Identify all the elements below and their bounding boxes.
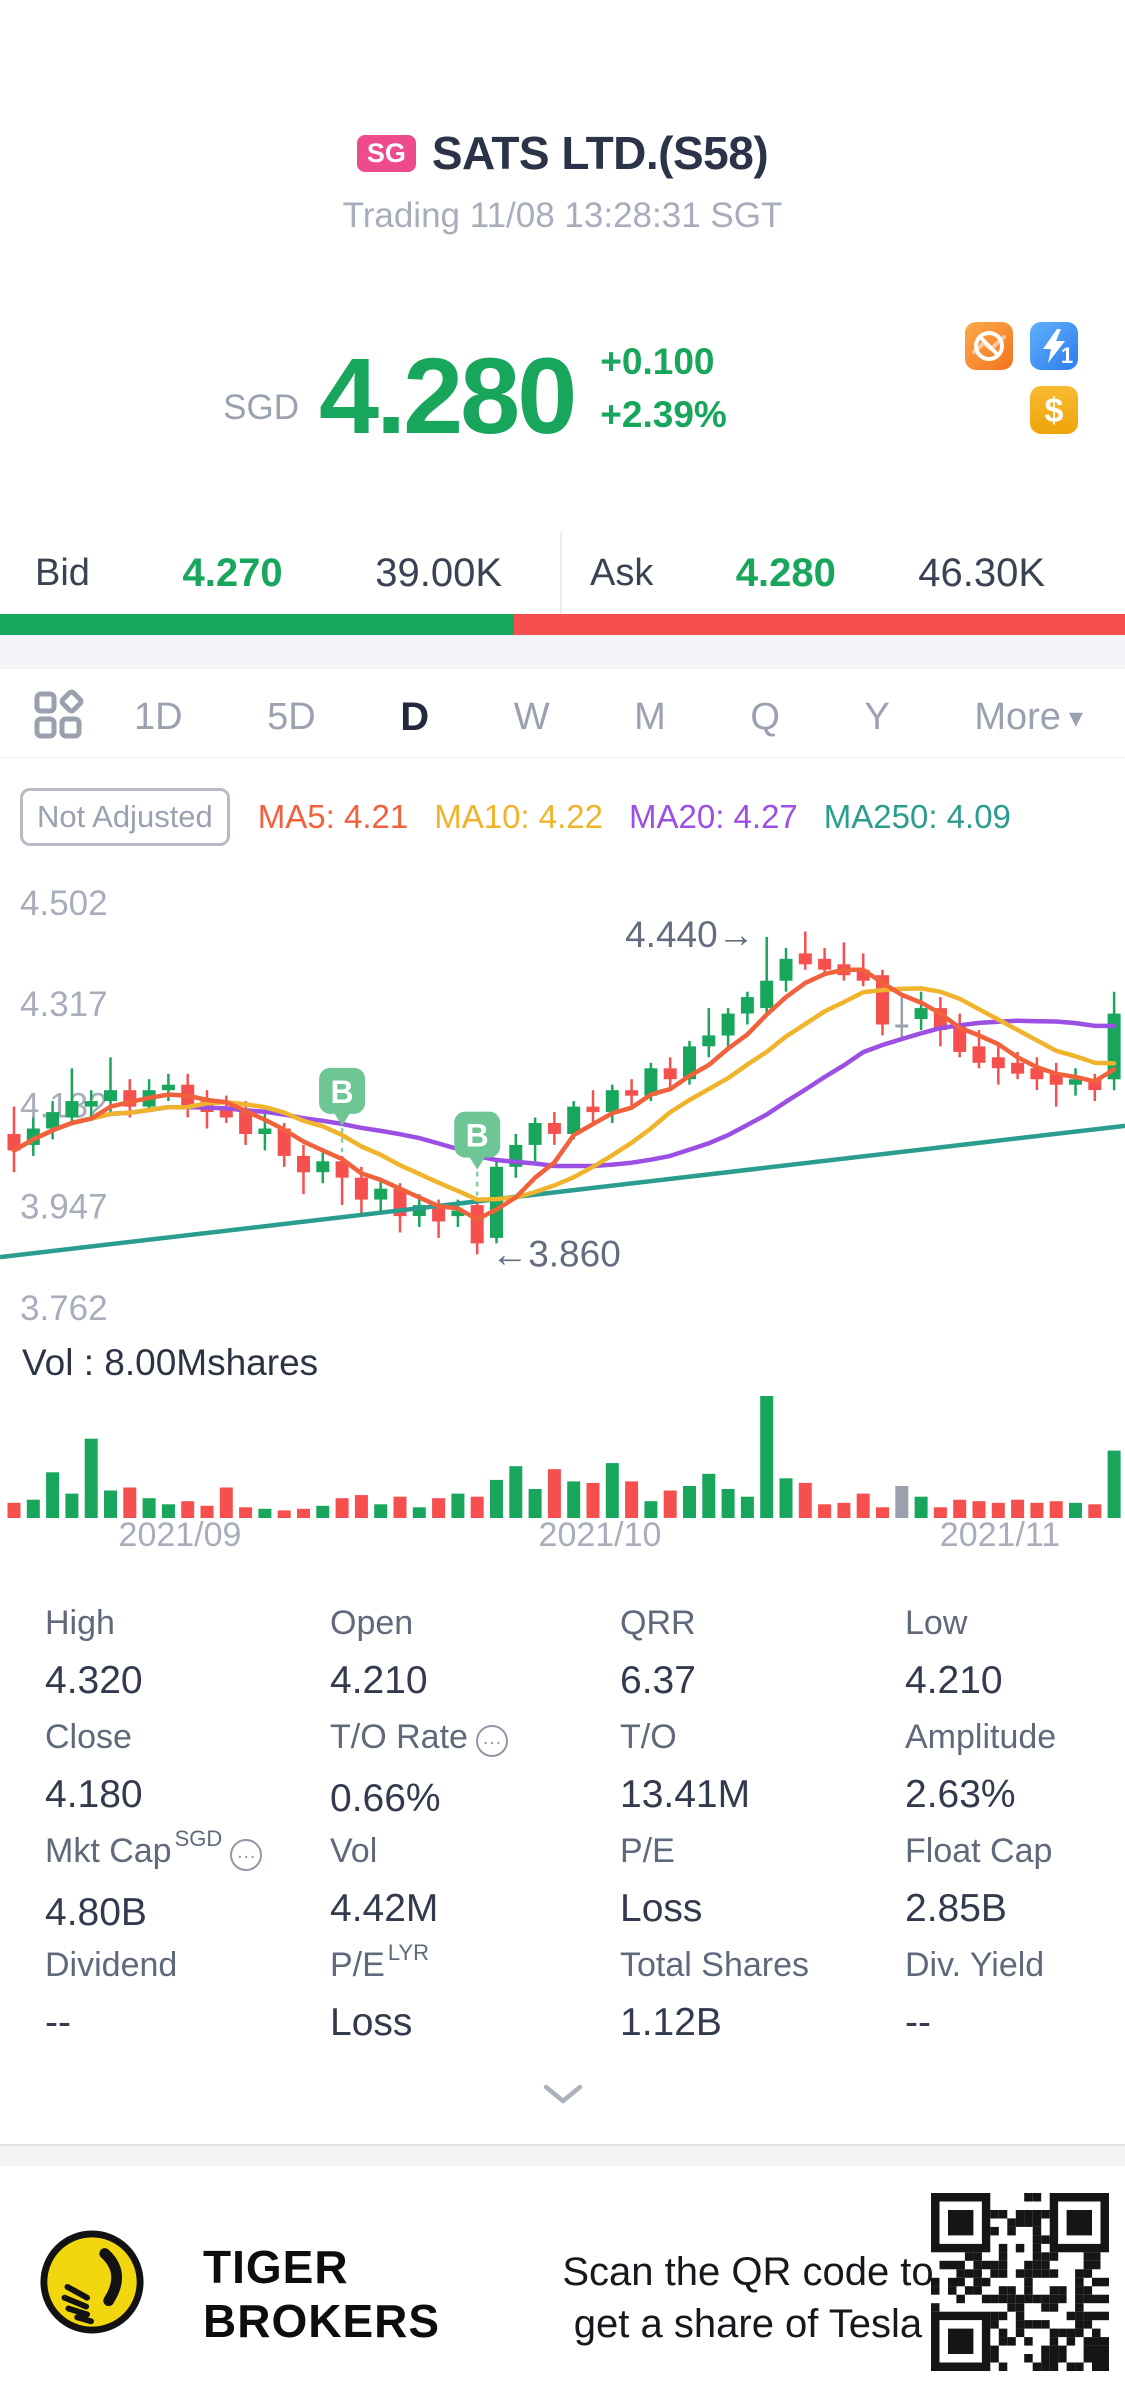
dollar-icon[interactable]: $ [1030,386,1078,434]
price-section: SGD 4.280 +0.100 +2.39% [0,300,950,460]
level-1-quote-icon[interactable]: 1 [1030,322,1078,370]
bid-ask-ratio-bar [0,614,1125,635]
stat-open: Open 4.210 [330,1604,428,1702]
stats-grid: High 4.320 Open 4.210 QRR 6.37 Low 4.210 Close 4.… [45,1604,1085,2060]
bid-ask-row: Bid 4.270 39.00K Ask 4.280 46.30K [0,532,1125,614]
stat-p-e: P/E Loss [620,1832,703,1930]
svg-text:←3.860: ←3.860 [491,1233,621,1274]
chart-layout-grid-icon[interactable] [30,687,86,748]
header: SG SATS LTD.(S58) Trading 11/08 13:28:31… [0,126,1125,236]
tab-m[interactable]: M [634,696,666,739]
expand-chevron[interactable] [541,2082,585,2111]
stock-title: SATS LTD.(S58) [431,127,769,179]
brand-line2: BROKERS [203,2295,441,2348]
x-label: 2021/11 [939,1516,1061,1554]
stat-dividend: Dividend -- [45,1946,178,2044]
info-icon[interactable]: … [475,1725,508,1757]
ask-size: 46.30K [918,550,1045,595]
qr-code [931,2193,1109,2371]
period-tabs: 1D 5D D W M Q Y More ▾ [0,678,1125,758]
svg-text:3.947: 3.947 [20,1188,108,1227]
feature-badges: 1 $ [965,322,1080,442]
stat-float-cap: Float Cap 2.85B [905,1832,1053,1930]
stat-high: High 4.320 [45,1604,143,1702]
x-label: 2021/10 [538,1516,662,1554]
no-short-sell-icon[interactable] [965,322,1013,370]
tab-1d[interactable]: 1D [134,696,183,739]
trading-status: Trading 11/08 13:28:31 SGT [342,196,783,235]
brand-line1: TIGER [203,2241,349,2293]
promo-line1: Scan the QR code to [562,2250,934,2294]
stat-p-e: P/E LYR Loss [330,1940,429,2044]
chevron-down-icon: ▾ [1068,702,1083,733]
tab-y[interactable]: Y [864,696,889,739]
exchange-badge: SG [356,134,416,172]
tab-q[interactable]: Q [750,696,780,739]
footer-spacer [0,2146,1125,2166]
stat-div-yield: Div. Yield -- [905,1946,1045,2044]
svg-text:1: 1 [1061,343,1073,368]
stat-low: Low 4.210 [905,1604,1003,1702]
bid-cell[interactable]: Bid 4.270 39.00K [0,532,562,614]
ma-item-ma20: MA20: 4.27 [629,798,798,835]
bid-ask-section: Bid 4.270 39.00K Ask 4.280 46.30K [0,532,1125,669]
bid-size: 39.00K [375,550,502,595]
price-cluster: SGD 4.280 +0.100 +2.39% [0,300,950,450]
volume-label: Vol : 8.00Mshares [22,1342,319,1383]
tab-more[interactable]: More ▾ [974,696,1083,739]
section-spacer [0,635,1125,669]
stat-vol: Vol 4.42M [330,1832,439,1930]
stat-mkt-cap: Mkt Cap SGD… 4.80B [45,1826,330,1946]
stat-amplitude: Amplitude 2.63% [905,1718,1057,1816]
svg-text:4.502: 4.502 [20,884,108,923]
currency-label: SGD [223,388,300,427]
tab-d[interactable]: D [400,695,429,740]
ask-label: Ask [590,551,654,594]
ma-item-ma250: MA250: 4.09 [823,798,1011,835]
stat-close: Close 4.180 [45,1718,143,1816]
stat-total-shares: Total Shares 1.12B [620,1946,809,2044]
tiger-brokers-logo [38,2228,146,2341]
tab-w[interactable]: W [514,696,550,739]
volume-chart[interactable] [0,1388,1125,1518]
svg-text:B: B [331,1074,354,1110]
svg-text:3.762: 3.762 [20,1289,108,1328]
tab-items: 1D 5D D W M Q Y More ▾ [134,695,1083,740]
svg-text:B: B [466,1118,489,1154]
title-row: SG SATS LTD.(S58) [0,126,1125,180]
price-change-pct: +2.39% [600,394,727,436]
candlestick-chart[interactable]: 4.5024.3174.1323.9473.7624.440→←3.860BB [0,858,1125,1350]
x-label: 2021/09 [118,1516,242,1554]
last-price: 4.280 [319,335,577,456]
bid-ratio-segment [0,614,515,635]
bid-price: 4.270 [182,550,283,595]
info-icon[interactable]: … [230,1839,263,1871]
ask-price: 4.280 [735,550,836,595]
brand-name: TIGER BROKERS [203,2240,440,2349]
bid-label: Bid [35,551,90,594]
stock-detail-screen: SG SATS LTD.(S58) Trading 11/08 13:28:31… [0,0,1125,2404]
promo-line2: get a share of Tesla [573,2302,923,2346]
svg-text:4.317: 4.317 [20,985,108,1024]
tab-5d[interactable]: 5D [267,696,316,739]
x-axis-labels: 2021/09 2021/10 2021/11 [0,1516,1125,1556]
promo-text: Scan the QR code to get a share of Tesla [548,2246,948,2350]
ma-item-ma10: MA10: 4.22 [434,798,603,835]
price-change: +0.100 [600,340,715,382]
svg-text:$: $ [1045,392,1064,430]
ma-item-ma5: MA5: 4.21 [257,798,409,835]
stat-t-o-rate: T/O Rate… 0.66% [330,1718,620,1832]
ask-ratio-segment [514,614,1125,635]
stat-t-o: T/O 13.41M [620,1718,751,1816]
stat-qrr: QRR 6.37 [620,1604,696,1702]
ask-cell[interactable]: Ask 4.280 46.30K [562,532,1125,614]
indicator-row: Not Adjusted MA5: 4.21 MA10: 4.22 MA20: 4.… [20,788,1110,846]
ma-legend: MA5: 4.21 MA10: 4.22 MA20: 4.27 MA250: 4.09 [258,798,1011,836]
svg-text:4.440→: 4.440→ [625,914,755,955]
price-change-block: +0.100 +2.39% [600,335,727,450]
adjust-toggle[interactable]: Not Adjusted [20,788,230,846]
